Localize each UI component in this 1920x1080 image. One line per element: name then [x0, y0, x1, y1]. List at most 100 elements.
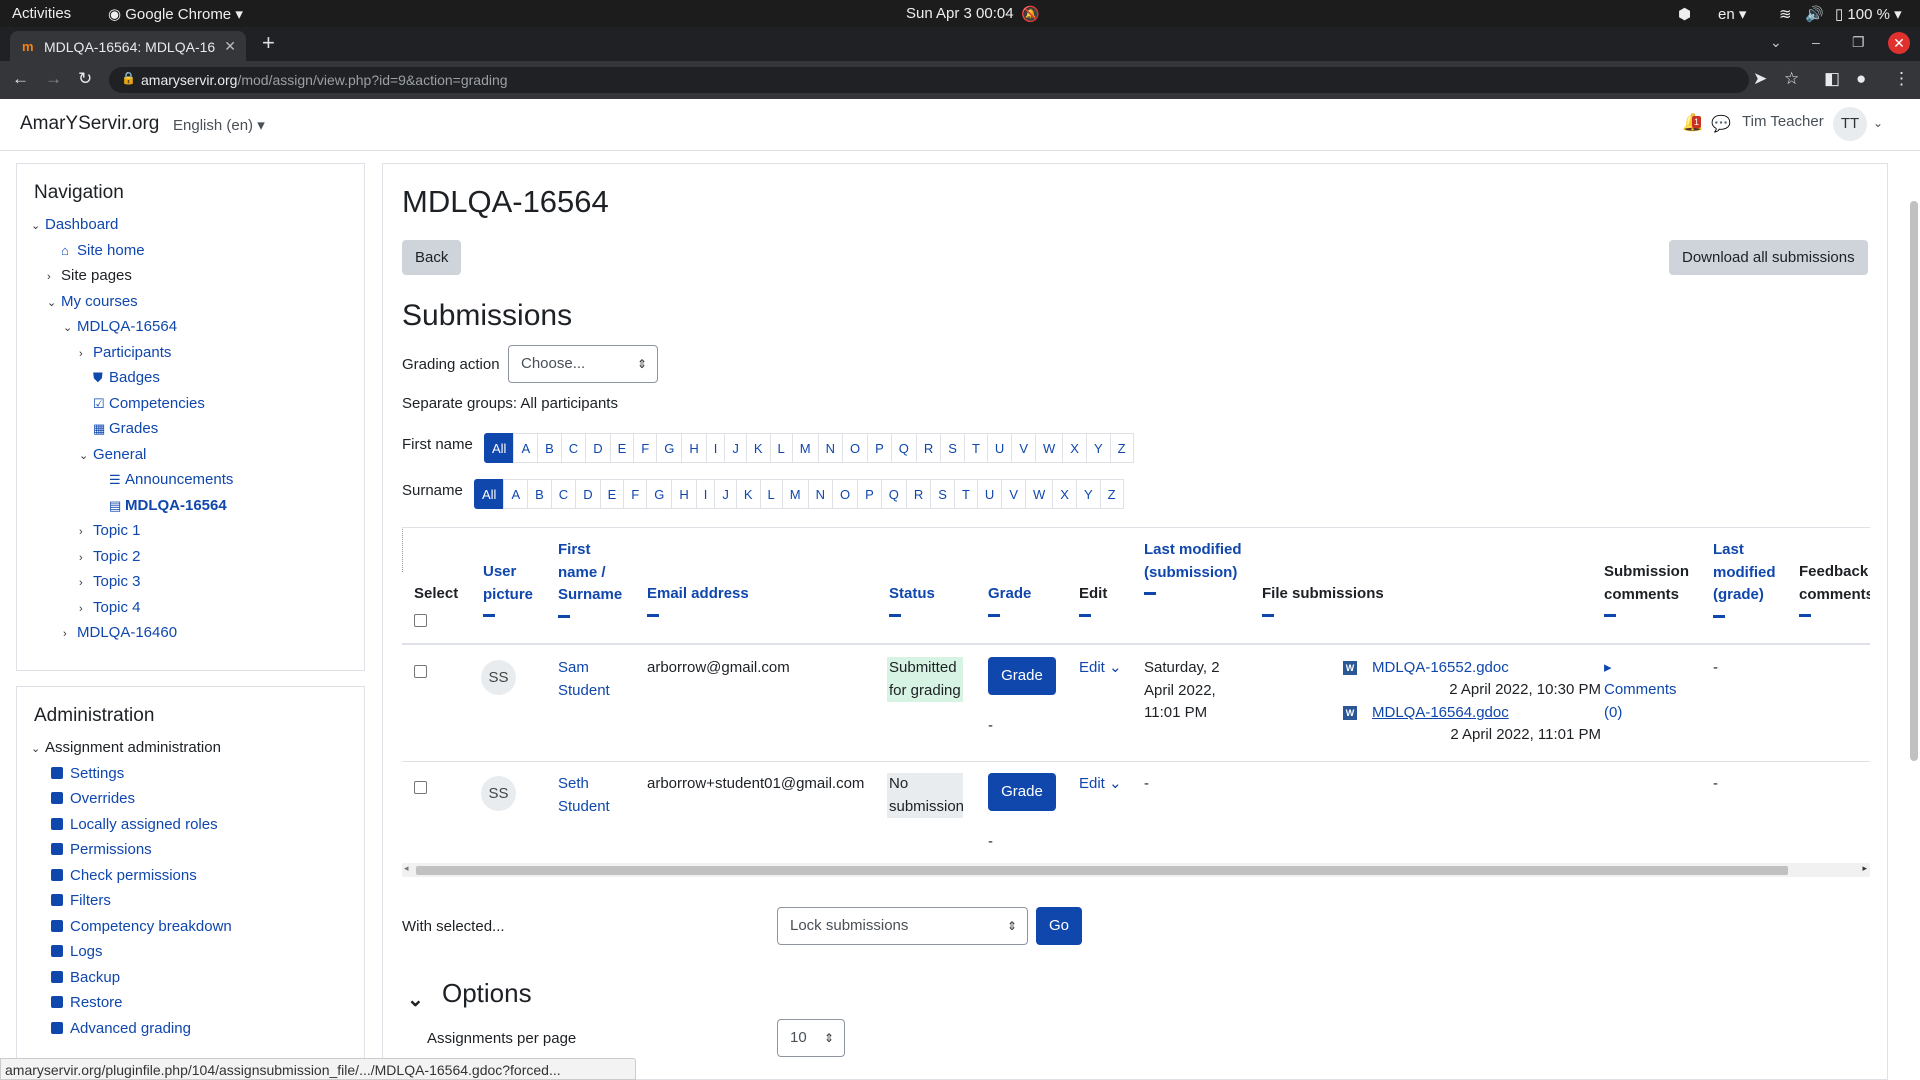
file-link[interactable]: MDLQA-16552.gdoc: [1372, 657, 1509, 680]
input-language[interactable]: en ▾: [1718, 5, 1746, 23]
initial-letter-x[interactable]: X: [1052, 479, 1077, 509]
col-last-modified-grade[interactable]: Last modified (grade): [1713, 539, 1793, 618]
activities-button[interactable]: Activities: [12, 5, 71, 22]
initial-letter-d[interactable]: D: [575, 479, 601, 509]
initial-letter-u[interactable]: U: [986, 433, 1013, 463]
initial-letter-all[interactable]: All: [484, 433, 515, 463]
nav-item[interactable]: ▤ MDLQA-16564: [17, 497, 364, 523]
new-tab-icon[interactable]: +: [262, 30, 275, 56]
back-arrow-icon[interactable]: ←: [12, 69, 29, 89]
initial-letter-z[interactable]: Z: [1099, 479, 1124, 509]
scroll-right-icon[interactable]: ▸: [1862, 863, 1867, 874]
chevron-down-icon[interactable]: ⌄: [79, 449, 93, 462]
chevron-right-icon[interactable]: ›: [47, 271, 61, 283]
nav-item[interactable]: › Site pages: [17, 267, 364, 293]
browser-tab[interactable]: m MDLQA-16564: MDLQA-16 ✕: [10, 31, 246, 61]
admin-item[interactable]: Backup: [17, 969, 364, 995]
clock[interactable]: Sun Apr 3 00:04: [906, 5, 1014, 22]
back-button[interactable]: Back: [402, 240, 462, 275]
initial-letter-j[interactable]: J: [724, 433, 747, 463]
options-collapse-icon[interactable]: ⌄: [407, 987, 424, 1012]
row-select-checkbox[interactable]: [414, 781, 427, 794]
admin-item[interactable]: Overrides: [17, 790, 364, 816]
initial-letter-h[interactable]: H: [671, 479, 697, 509]
col-status[interactable]: Status: [889, 583, 935, 617]
chevron-right-icon[interactable]: ›: [79, 526, 93, 538]
address-bar[interactable]: 🔒 amaryservir.org/mod/assign/view.php?id…: [109, 67, 1749, 93]
grade-button[interactable]: Grade: [988, 657, 1056, 695]
initial-letter-s[interactable]: S: [940, 433, 965, 463]
nav-item[interactable]: ⌂ Site home: [17, 242, 364, 268]
assignment-administration-node[interactable]: ⌄ Assignment administration: [17, 739, 364, 765]
admin-item[interactable]: Filters: [17, 892, 364, 918]
initial-letter-z[interactable]: Z: [1109, 433, 1134, 463]
initial-letter-f[interactable]: F: [633, 433, 658, 463]
reload-icon[interactable]: ↻: [78, 69, 92, 89]
bookmark-star-icon[interactable]: ☆: [1784, 69, 1799, 89]
admin-item[interactable]: Locally assigned roles: [17, 816, 364, 842]
user-avatar[interactable]: SS: [481, 776, 516, 811]
edit-menu[interactable]: Edit ⌄: [1079, 657, 1122, 680]
send-icon[interactable]: ➤: [1753, 69, 1767, 89]
initial-letter-q[interactable]: Q: [890, 433, 917, 463]
initial-letter-v[interactable]: V: [1001, 479, 1026, 509]
nav-item[interactable]: › MDLQA-16460: [17, 624, 364, 650]
nav-item[interactable]: ☑ Competencies: [17, 395, 364, 421]
initial-letter-b[interactable]: B: [537, 433, 562, 463]
nav-item[interactable]: ⌄ My courses: [17, 293, 364, 319]
initial-letter-c[interactable]: C: [560, 433, 587, 463]
expand-comments-icon[interactable]: ▸: [1604, 657, 1612, 680]
initial-letter-d[interactable]: D: [585, 433, 611, 463]
initial-letter-all[interactable]: All: [474, 479, 505, 509]
initial-letter-v[interactable]: V: [1011, 433, 1036, 463]
user-name-link[interactable]: Seth Student: [558, 773, 628, 818]
chevron-down-icon[interactable]: ⌄: [63, 321, 77, 334]
nav-item[interactable]: › Topic 1: [17, 522, 364, 548]
nav-item[interactable]: ☰ Announcements: [17, 471, 364, 497]
initial-letter-x[interactable]: X: [1062, 433, 1087, 463]
download-all-button[interactable]: Download all submissions: [1669, 240, 1868, 275]
initial-letter-p[interactable]: P: [867, 433, 892, 463]
tab-search-icon[interactable]: ⌄: [1770, 34, 1782, 51]
initial-letter-w[interactable]: W: [1024, 479, 1054, 509]
initial-letter-r[interactable]: R: [905, 479, 932, 509]
volume-icon[interactable]: 🔊: [1805, 5, 1824, 23]
admin-item[interactable]: Permissions: [17, 841, 364, 867]
chevron-down-icon[interactable]: ⌄: [47, 296, 61, 309]
nav-item[interactable]: › Topic 4: [17, 599, 364, 625]
go-button[interactable]: Go: [1036, 907, 1082, 945]
user-avatar[interactable]: SS: [481, 660, 516, 695]
shield-icon[interactable]: ⬢: [1678, 5, 1691, 23]
grading-action-select[interactable]: Choose...: [508, 345, 658, 383]
battery-indicator[interactable]: ▯ 100 % ▾: [1835, 5, 1902, 23]
initial-letter-i[interactable]: I: [705, 433, 726, 463]
profile-icon[interactable]: ●: [1856, 69, 1866, 89]
chevron-down-icon[interactable]: ⌄: [31, 219, 45, 232]
initial-letter-r[interactable]: R: [915, 433, 942, 463]
initial-letter-m[interactable]: M: [791, 433, 819, 463]
initial-letter-k[interactable]: K: [745, 433, 771, 463]
user-avatar[interactable]: TT: [1833, 107, 1867, 141]
initial-letter-n[interactable]: N: [817, 433, 843, 463]
chevron-right-icon[interactable]: ›: [79, 603, 93, 615]
initial-letter-g[interactable]: G: [646, 479, 673, 509]
chevron-right-icon[interactable]: ›: [63, 628, 77, 640]
edit-menu[interactable]: Edit ⌄: [1079, 773, 1122, 796]
nav-item[interactable]: › Topic 3: [17, 573, 364, 599]
initial-letter-y[interactable]: Y: [1075, 479, 1101, 509]
initial-letter-k[interactable]: K: [735, 479, 761, 509]
initial-letter-g[interactable]: G: [656, 433, 683, 463]
initial-letter-o[interactable]: O: [841, 433, 869, 463]
initial-letter-i[interactable]: I: [695, 479, 716, 509]
side-panel-icon[interactable]: ◧: [1824, 69, 1840, 89]
admin-item[interactable]: Check permissions: [17, 867, 364, 893]
col-user-picture[interactable]: User picture: [483, 561, 543, 617]
initial-letter-a[interactable]: A: [513, 433, 539, 463]
initial-letter-m[interactable]: M: [781, 479, 809, 509]
tab-close-icon[interactable]: ✕: [224, 38, 236, 55]
kebab-menu-icon[interactable]: ⋮: [1893, 69, 1910, 89]
chevron-right-icon[interactable]: ›: [79, 577, 93, 589]
admin-item[interactable]: Advanced grading: [17, 1020, 364, 1046]
per-page-select[interactable]: 10: [777, 1019, 845, 1057]
initial-letter-p[interactable]: P: [857, 479, 882, 509]
